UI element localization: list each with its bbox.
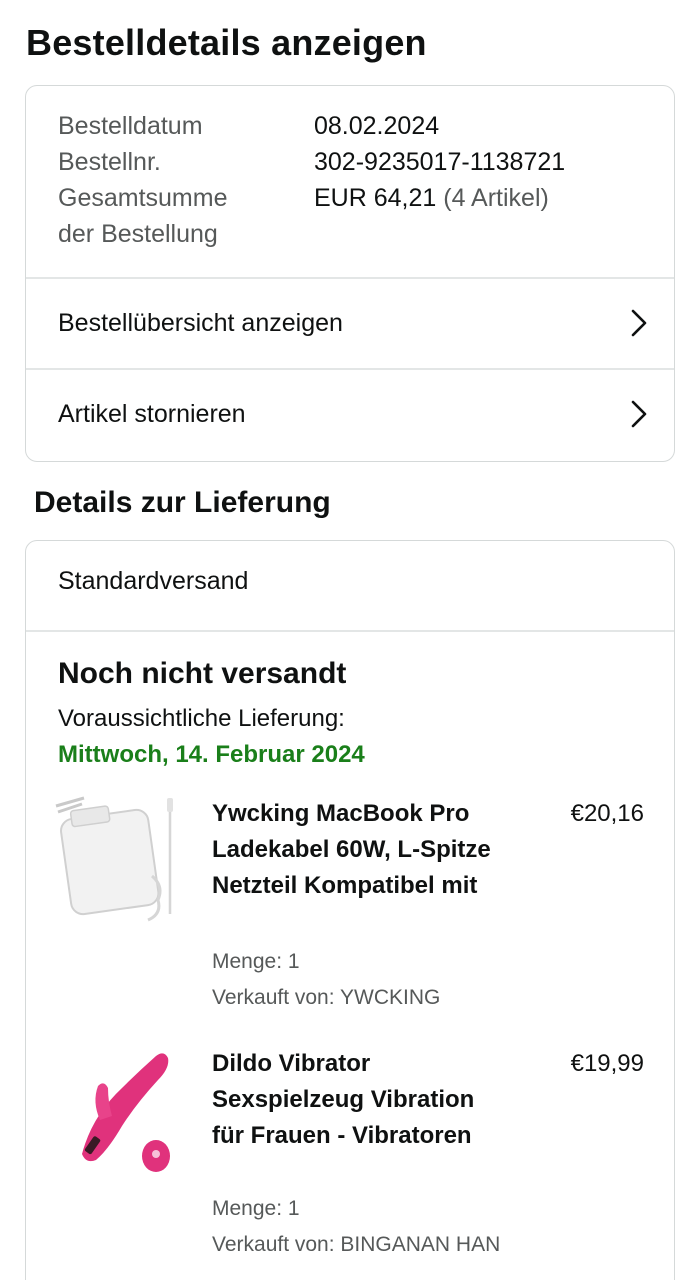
- order-total-value: EUR 64,21 (4 Artikel): [314, 180, 549, 216]
- item-seller: Verkauft von: YWCKING: [212, 986, 441, 1009]
- delivery-section-title: Details zur Lieferung: [34, 486, 331, 519]
- order-details-page: Bestelldetails anzeigen Bestelldatum 08.…: [0, 0, 700, 1280]
- chevron-right-icon: [631, 400, 647, 428]
- item-price: €20,16: [570, 800, 644, 827]
- item-quantity: Menge: 1: [212, 1197, 300, 1220]
- page-title: Bestelldetails anzeigen: [26, 22, 427, 63]
- item-price: €19,99: [570, 1050, 644, 1077]
- item-title[interactable]: Dildo Vibrator Sexspielzeug Vibration fü…: [212, 1046, 512, 1154]
- expected-delivery-label: Voraussichtliche Lieferung:: [58, 705, 345, 732]
- order-total-row: Gesamtsumme EUR 64,21 (4 Artikel): [58, 180, 648, 216]
- order-date-label: Bestelldatum: [58, 112, 203, 140]
- order-summary-card: Bestelldatum 08.02.2024 Bestellnr. 302-9…: [25, 85, 675, 462]
- pink-device-image[interactable]: [52, 1046, 184, 1178]
- order-total-amount: EUR 64,21: [314, 184, 437, 212]
- cancel-items-link[interactable]: Artikel stornieren: [26, 369, 674, 459]
- view-order-summary-label: Bestellübersicht anzeigen: [58, 308, 343, 337]
- order-date-row: Bestelldatum 08.02.2024: [58, 108, 648, 144]
- cancel-items-label: Artikel stornieren: [58, 399, 246, 428]
- order-summary-info: Bestelldatum 08.02.2024 Bestellnr. 302-9…: [58, 108, 648, 252]
- order-item-count: (4 Artikel): [443, 184, 549, 212]
- shipment-status: Noch nicht versandt: [58, 657, 347, 690]
- order-number-label: Bestellnr.: [58, 148, 161, 176]
- expected-delivery-date: Mittwoch, 14. Februar 2024: [58, 741, 365, 768]
- shipping-method: Standardversand: [58, 567, 249, 595]
- order-total-label-continued: der Bestellung: [58, 220, 218, 248]
- item-title[interactable]: Ywcking MacBook Pro Ladekabel 60W, L-Spi…: [212, 796, 512, 904]
- divider: [26, 630, 674, 632]
- view-order-summary-link[interactable]: Bestellübersicht anzeigen: [26, 278, 674, 368]
- delivery-card: Standardversand Noch nicht versandt Vora…: [25, 540, 675, 1280]
- order-total-label-continued-row: der Bestellung: [58, 216, 648, 252]
- order-total-label: Gesamtsumme: [58, 184, 228, 212]
- order-date-value: 08.02.2024: [314, 112, 440, 140]
- power-adapter-image[interactable]: [52, 796, 184, 928]
- chevron-right-icon: [631, 309, 647, 337]
- item-seller: Verkauft von: BINGANAN HAN: [212, 1233, 501, 1256]
- item-quantity: Menge: 1: [212, 950, 300, 973]
- order-number-row: Bestellnr. 302-9235017-1138721: [58, 144, 648, 180]
- order-number-value: 302-9235017-1138721: [314, 148, 566, 176]
